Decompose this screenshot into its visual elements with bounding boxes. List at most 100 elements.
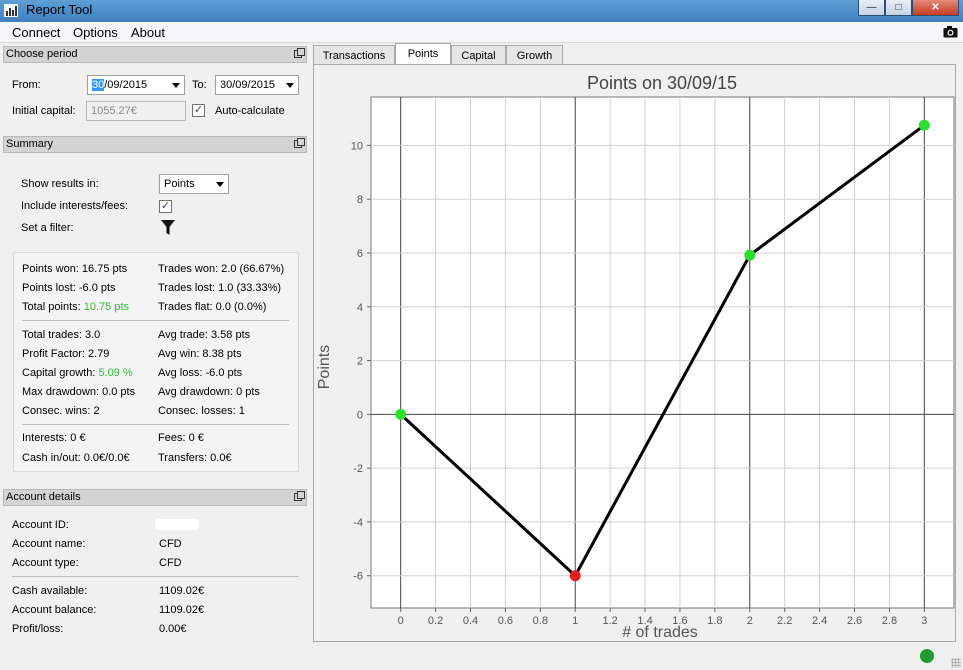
include-fees-checkbox[interactable]: ✓: [159, 200, 172, 213]
x-tick-label: 2: [747, 615, 753, 627]
minimize-button[interactable]: —: [858, 0, 885, 16]
x-tick-label: 1.8: [707, 615, 722, 627]
avg-trade: Avg trade: 3.58 pts: [158, 329, 251, 341]
data-point: [744, 249, 756, 261]
y-tick-label: -4: [353, 517, 363, 529]
cash-in-out: Cash in/out: 0.0€/0.0€: [22, 452, 130, 464]
chart-title: Points on 30/09/15: [587, 73, 737, 93]
filter-label: Set a filter:: [21, 222, 74, 234]
max-drawdown: Max drawdown: 0.0 pts: [22, 386, 136, 398]
chevron-down-icon: [172, 83, 180, 88]
menu-connect[interactable]: Connect: [12, 25, 60, 40]
y-tick-label: 4: [357, 302, 363, 314]
tab-growth[interactable]: Growth: [506, 45, 563, 65]
menu-options[interactable]: Options: [73, 25, 118, 40]
resize-grip-icon[interactable]: [951, 658, 961, 668]
y-tick-label: 8: [357, 194, 363, 206]
initial-capital-field[interactable]: 1055.27€: [86, 101, 186, 121]
account-name-label: Account name:: [12, 538, 86, 550]
account-balance-value: 1109.02€: [159, 604, 205, 616]
period-panel-title: Choose period: [6, 48, 78, 60]
chart-app-icon: [4, 4, 18, 17]
avg-loss: Avg loss: -6.0 pts: [158, 367, 243, 379]
close-button[interactable]: ✕: [912, 0, 959, 16]
period-panel-header: Choose period: [3, 46, 307, 63]
summary-panel-title: Summary: [6, 138, 54, 150]
maximize-button[interactable]: □: [885, 0, 912, 16]
tab-capital[interactable]: Capital: [451, 45, 506, 65]
fees: Fees: 0 €: [158, 432, 204, 444]
auto-calculate-label: Auto-calculate: [215, 105, 285, 117]
trades-won: Trades won: 2.0 (66.67%): [158, 263, 285, 275]
x-axis-label: # of trades: [622, 624, 698, 641]
divider: [22, 424, 289, 425]
include-fees-label: Include interests/fees:: [21, 200, 129, 212]
filter-icon[interactable]: [161, 220, 175, 236]
undock-icon[interactable]: [294, 491, 305, 501]
auto-calculate-checkbox[interactable]: ✓: [192, 104, 205, 117]
menu-about[interactable]: About: [131, 25, 165, 40]
x-tick-label: 2.6: [847, 615, 862, 627]
x-tick-label: 2.2: [777, 615, 792, 627]
tab-transactions[interactable]: Transactions: [313, 45, 395, 65]
trades-lost: Trades lost: 1.0 (33.33%): [158, 282, 282, 294]
chevron-down-icon: [216, 182, 224, 187]
account-panel-title: Account details: [6, 491, 81, 503]
account-balance-label: Account balance:: [12, 604, 97, 616]
capital-growth-label: Capital growth:: [22, 367, 96, 379]
undock-icon[interactable]: [294, 48, 305, 58]
from-date-select[interactable]: 30/09/2015: [87, 75, 185, 95]
cash-available-value: 1109.02€: [159, 585, 205, 597]
x-tick-label: 3: [921, 615, 927, 627]
y-tick-label: 6: [357, 248, 363, 260]
avg-drawdown: Avg drawdown: 0 pts: [158, 386, 260, 398]
divider: [22, 320, 289, 321]
consec-wins: Consec. wins: 2: [22, 405, 100, 417]
from-date-rest: /09/2015: [104, 79, 148, 91]
consec-losses: Consec. losses: 1: [158, 405, 245, 417]
y-axis-ticks: -6 -4 -2 0 2 4 6 8 10: [351, 140, 363, 582]
total-trades: Total trades: 3.0: [22, 329, 101, 341]
y-tick-label: -6: [353, 571, 363, 583]
transfers: Transfers: 0.0€: [158, 452, 232, 464]
x-tick-label: 0.4: [463, 615, 478, 627]
from-date-day: 30: [92, 79, 105, 91]
account-type-value: CFD: [159, 557, 182, 569]
y-tick-label: 10: [351, 140, 363, 152]
points-lost: Points lost: -6.0 pts: [22, 282, 116, 294]
tab-points[interactable]: Points: [395, 43, 451, 66]
menu-bar: Connect Options About: [0, 22, 963, 43]
profit-loss-label: Profit/loss:: [12, 623, 64, 635]
to-date-select[interactable]: 30/09/2015: [215, 75, 299, 95]
trades-flat: Trades flat: 0.0 (0.0%): [158, 301, 267, 313]
total-points-label: Total points:: [22, 301, 81, 313]
initial-capital-label: Initial capital:: [12, 105, 76, 117]
plot-area: [370, 96, 955, 609]
x-tick-label: 1.2: [602, 615, 617, 627]
x-tick-label: 2.8: [882, 615, 897, 627]
account-id-redacted: [155, 519, 199, 530]
x-tick-label: 0: [398, 615, 404, 627]
x-tick-label: 0.2: [428, 615, 443, 627]
chevron-down-icon: [286, 83, 294, 88]
capital-growth: Capital growth: 5.09 %: [22, 367, 133, 379]
y-tick-label: -2: [353, 463, 363, 475]
undock-icon[interactable]: [294, 138, 305, 148]
x-tick-label: 2.4: [812, 615, 827, 627]
show-results-select[interactable]: Points: [159, 174, 229, 194]
title-bar: Report Tool — □ ✕: [0, 0, 963, 22]
points-won: Points won: 16.75 pts: [22, 263, 128, 275]
total-points-value: 10.75 pts: [83, 301, 130, 313]
account-id-label: Account ID:: [12, 519, 69, 531]
data-point: [918, 119, 930, 131]
from-label: From:: [12, 79, 41, 91]
show-results-value: Points: [164, 178, 195, 190]
profit-factor: Profit Factor: 2.79: [22, 348, 110, 360]
account-name-value: CFD: [159, 538, 182, 550]
avg-win: Avg win: 8.38 pts: [158, 348, 242, 360]
total-points: Total points: 10.75 pts: [22, 301, 129, 313]
to-label: To:: [192, 79, 207, 91]
connection-status-icon: [920, 649, 934, 663]
camera-icon[interactable]: [943, 25, 958, 38]
points-chart: Points on 30/09/15 0 0.2 0.4 0.6 0.8 1 1.2 1.4 1…: [316, 73, 955, 641]
